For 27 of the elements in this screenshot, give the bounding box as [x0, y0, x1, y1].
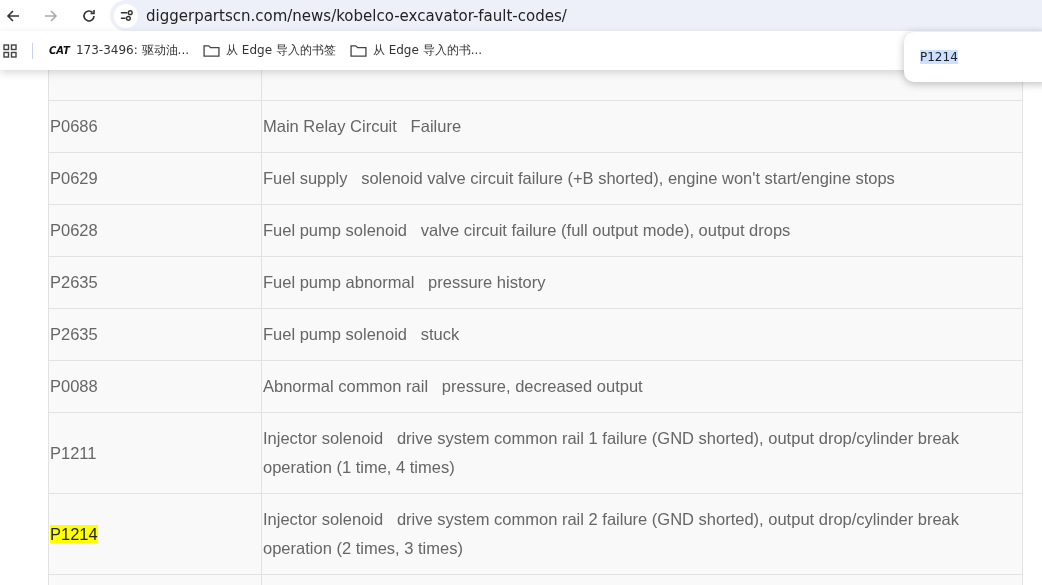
bookmark[interactable]: 从 Edge 导入的书签: [199, 42, 346, 59]
fault-code: P0686: [50, 117, 98, 135]
fault-code: P2635: [50, 273, 98, 291]
table-cell: Main Relay Circuit Failure: [261, 100, 1023, 153]
table-cell: Fuel pump solenoid stuck: [261, 308, 1023, 361]
table-cell: Fuel pump solenoid valve circuit failure (full output mode), output drops: [261, 204, 1023, 257]
reload-icon[interactable]: [81, 7, 97, 24]
fault-code: P0628: [50, 221, 98, 239]
folder-icon: [203, 44, 221, 57]
find-bar[interactable]: P1214: [904, 32, 1042, 82]
fault-code: P2635: [50, 325, 98, 343]
bookmark[interactable]: 从 Edge 导入的书...: [345, 42, 493, 59]
address-bar[interactable]: diggerpartscn.com/news/kobelco-excavator-fault-codes/: [110, 0, 1042, 31]
table-cell: Injector solenoid drive system common rail 2 failure (GND shorted), output drop/cylinder break operation (2 times, 3 times): [261, 493, 1023, 575]
fault-code: P1211: [50, 443, 97, 462]
back-icon[interactable]: [5, 7, 21, 24]
fault-code: P0629: [50, 169, 98, 187]
apps-icon[interactable]: [3, 43, 17, 58]
table-cell: Fuel supply solenoid valve circuit failure (+B shorted), engine won't start/engine stops: [261, 152, 1023, 205]
table-cell: Abnormal common rail pressure, decreased output: [261, 360, 1023, 413]
fault-code: P0088: [50, 377, 98, 395]
site-settings-icon[interactable]: [118, 8, 134, 23]
bookmark[interactable]: CAT 173-3496: 驱动油...: [45, 42, 200, 59]
table-cell: Fuel pump abnormal pressure history: [261, 256, 1023, 309]
fault-code: P1214: [50, 524, 98, 543]
folder-icon: [349, 44, 367, 57]
table-cell: Injector solenoid drive system common rail 1 failure (GND shorted), output drop/cylinder break operation (1 time, 4 times): [261, 412, 1023, 494]
